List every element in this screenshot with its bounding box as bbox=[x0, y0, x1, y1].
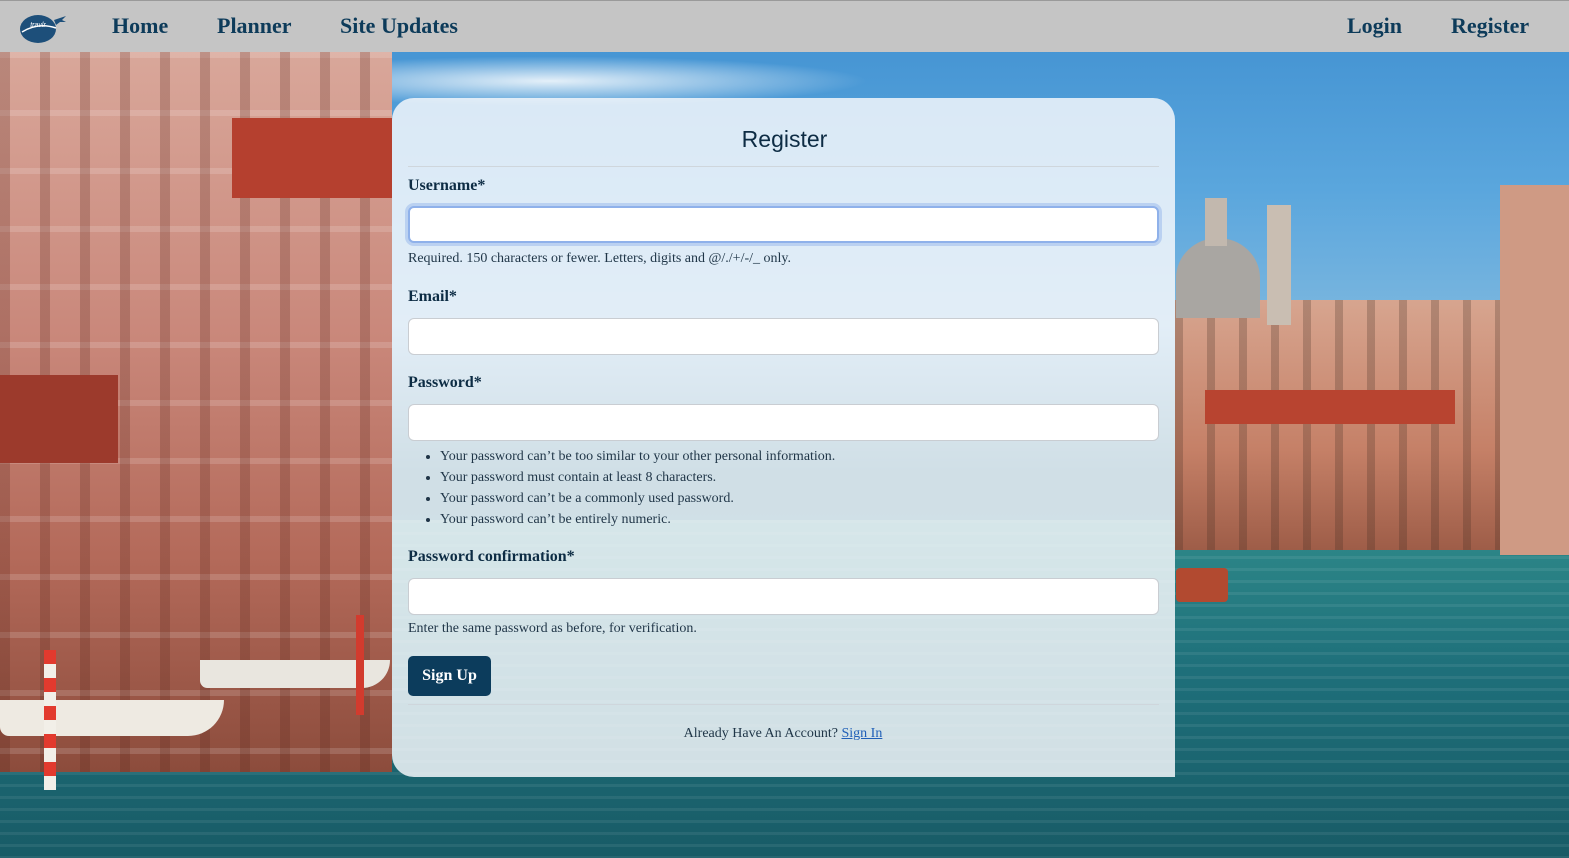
mooring-pole bbox=[356, 615, 364, 715]
password-rule: Your password must contain at least 8 ch… bbox=[440, 467, 835, 488]
nav-site-updates[interactable]: Site Updates bbox=[340, 13, 458, 39]
logo-globe-plane-icon: travlr bbox=[20, 15, 66, 43]
password-rules-list: Your password can’t be too similar to yo… bbox=[408, 446, 835, 530]
nav-register[interactable]: Register bbox=[1451, 13, 1529, 39]
nav-home[interactable]: Home bbox=[112, 13, 168, 39]
username-label: Username* bbox=[408, 177, 486, 194]
username-help-text: Required. 150 characters or fewer. Lette… bbox=[408, 251, 791, 266]
basilica-dome bbox=[1176, 238, 1260, 318]
page-title: Register bbox=[741, 126, 828, 152]
password-rule: Your password can’t be entirely numeric. bbox=[440, 509, 835, 530]
sign-up-button[interactable]: Sign Up bbox=[408, 656, 491, 696]
water-taxi bbox=[1176, 568, 1228, 602]
right-edge-building bbox=[1500, 185, 1569, 555]
password-confirmation-help-text: Enter the same password as before, for v… bbox=[408, 621, 697, 636]
password-confirmation-label: Password confirmation* bbox=[408, 548, 575, 565]
footer-divider bbox=[408, 704, 1159, 705]
password-rule: Your password can’t be a commonly used p… bbox=[440, 488, 835, 509]
sign-in-link[interactable]: Sign In bbox=[842, 726, 883, 741]
mooring-pole bbox=[44, 650, 56, 790]
signin-prompt: Already Have An Account? Sign In bbox=[0, 726, 1566, 742]
right-roof bbox=[1205, 390, 1455, 424]
email-input[interactable] bbox=[408, 318, 1159, 355]
nav-login[interactable]: Login bbox=[1347, 13, 1402, 39]
travlr-logo[interactable]: travlr bbox=[16, 12, 68, 44]
title-divider bbox=[408, 166, 1159, 167]
password-input[interactable] bbox=[408, 404, 1159, 441]
account-prompt-text: Already Have An Account? bbox=[683, 726, 838, 741]
password-rule: Your password can’t be too similar to yo… bbox=[440, 446, 835, 467]
bell-tower-right bbox=[1267, 205, 1291, 325]
email-label: Email* bbox=[408, 288, 457, 305]
username-input[interactable] bbox=[408, 206, 1159, 243]
password-confirmation-input[interactable] bbox=[408, 578, 1159, 615]
nav-planner[interactable]: Planner bbox=[217, 13, 292, 39]
bell-tower-left bbox=[1205, 198, 1227, 246]
svg-text:travlr: travlr bbox=[30, 22, 46, 29]
password-label: Password* bbox=[408, 374, 482, 391]
top-navbar: travlr Home Planner Site Updates Login R… bbox=[0, 0, 1569, 52]
awning bbox=[0, 375, 118, 463]
